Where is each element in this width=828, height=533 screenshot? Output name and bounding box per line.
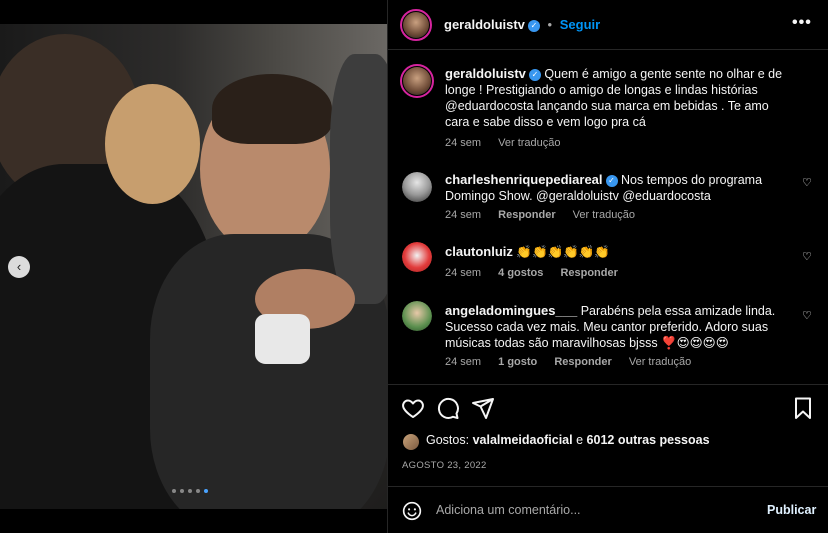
comment-time: 24 sem bbox=[445, 356, 482, 368]
translate-link[interactable]: Ver tradução bbox=[629, 356, 691, 368]
author-avatar[interactable] bbox=[400, 9, 432, 41]
reply-button[interactable]: Responder bbox=[554, 356, 611, 368]
emoji-icon[interactable] bbox=[402, 501, 422, 521]
caption-time: 24 sem bbox=[445, 137, 482, 149]
comment-item: angeladomingues___ Parabéns pela essa am… bbox=[400, 301, 820, 376]
caption-avatar[interactable] bbox=[400, 64, 434, 98]
heart-icon[interactable] bbox=[401, 396, 425, 420]
comment-like-heart-icon[interactable]: ♡ bbox=[802, 176, 812, 189]
comment-like-heart-icon[interactable]: ♡ bbox=[802, 309, 812, 322]
reply-button[interactable]: Responder bbox=[560, 267, 617, 279]
add-comment-bar: Publicar bbox=[388, 486, 828, 533]
publish-button[interactable]: Publicar bbox=[767, 503, 816, 517]
carousel-dot bbox=[172, 489, 176, 493]
likes-user[interactable]: valalmeidaoficial bbox=[473, 433, 573, 447]
comment-text-block: clautonluiz 👏👏👏👏👏👏 bbox=[445, 244, 795, 260]
caption-translate-link[interactable]: Ver tradução bbox=[498, 137, 560, 149]
chevron-left-icon: ‹ bbox=[16, 259, 22, 274]
likes-avatar[interactable] bbox=[403, 434, 419, 450]
follow-button[interactable]: Seguir bbox=[560, 17, 600, 32]
carousel-dots bbox=[172, 489, 208, 493]
photo-cuff bbox=[255, 314, 310, 364]
comment-text: 👏👏👏👏👏👏 bbox=[516, 245, 610, 259]
post-media: ‹ bbox=[0, 0, 387, 533]
separator-dot: • bbox=[547, 17, 553, 32]
actions-divider bbox=[388, 384, 828, 385]
photo-figure-bg-woman bbox=[105, 84, 200, 204]
bookmark-icon[interactable] bbox=[791, 396, 815, 420]
photo-figure-right-hair bbox=[212, 74, 332, 144]
caption-author[interactable]: geraldoluistv bbox=[445, 66, 526, 81]
comment-meta: 24 sem 1 gosto Responder Ver tradução bbox=[445, 356, 705, 368]
likes-others[interactable]: 6012 outras pessoas bbox=[587, 433, 710, 447]
carousel-dot bbox=[196, 489, 200, 493]
caption: geraldoluistv ✓ Quem é amigo a gente sent… bbox=[400, 62, 820, 152]
carousel-dot bbox=[180, 489, 184, 493]
verified-icon: ✓ bbox=[528, 68, 541, 81]
post-details-panel: geraldoluistv ✓ • Seguir ••• geraldoluist… bbox=[388, 0, 828, 533]
comment-item: clautonluiz 👏👏👏👏👏👏 24 sem 4 gostos Respo… bbox=[400, 242, 820, 287]
post-date: AGOSTO 23, 2022 bbox=[402, 460, 487, 471]
share-icon[interactable] bbox=[471, 396, 495, 420]
likes-prefix: Gostos: bbox=[426, 433, 470, 447]
verified-icon: ✓ bbox=[527, 19, 540, 32]
reply-button[interactable]: Responder bbox=[498, 209, 555, 221]
caption-text-block: geraldoluistv ✓ Quem é amigo a gente sent… bbox=[445, 66, 795, 130]
comment-icon[interactable] bbox=[436, 396, 460, 420]
comment-avatar[interactable] bbox=[402, 242, 432, 272]
comment-likes-count[interactable]: 1 gosto bbox=[498, 356, 537, 368]
comment-avatar[interactable] bbox=[402, 301, 432, 331]
comment-text-block: angeladomingues___ Parabéns pela essa am… bbox=[445, 303, 795, 351]
photo-figure-bg-man bbox=[330, 54, 387, 304]
comment-input[interactable] bbox=[436, 500, 736, 520]
comment-meta: 24 sem Responder Ver tradução bbox=[445, 209, 649, 221]
post-header: geraldoluistv ✓ • Seguir ••• bbox=[388, 0, 828, 50]
comment-time: 24 sem bbox=[445, 267, 482, 279]
comment-author[interactable]: clautonluiz bbox=[445, 244, 513, 259]
translate-link[interactable]: Ver tradução bbox=[573, 209, 635, 221]
author-username[interactable]: geraldoluistv bbox=[444, 17, 525, 32]
comment-likes-count[interactable]: 4 gostos bbox=[498, 267, 543, 279]
comment-author[interactable]: angeladomingues___ bbox=[445, 303, 577, 318]
carousel-prev-button[interactable]: ‹ bbox=[8, 256, 30, 278]
comment-item: charleshenriquepediareal ✓ Nos tempos do … bbox=[400, 170, 820, 230]
caption-meta: 24 sem Ver tradução bbox=[445, 137, 575, 149]
likes-connector: e bbox=[576, 433, 584, 447]
comment-time: 24 sem bbox=[445, 209, 482, 221]
comment-like-heart-icon[interactable]: ♡ bbox=[802, 250, 812, 263]
verified-icon: ✓ bbox=[605, 174, 618, 187]
likes-summary[interactable]: Gostos: valalmeidaoficial e 6012 outras … bbox=[426, 433, 710, 447]
carousel-dot-active bbox=[204, 489, 208, 493]
comment-avatar[interactable] bbox=[402, 172, 432, 202]
more-icon[interactable]: ••• bbox=[792, 14, 812, 32]
comment-text-block: charleshenriquepediareal ✓ Nos tempos do … bbox=[445, 172, 795, 204]
carousel-dot bbox=[188, 489, 192, 493]
post-photo[interactable] bbox=[0, 24, 387, 509]
comment-meta: 24 sem 4 gostos Responder bbox=[445, 267, 632, 279]
comment-author[interactable]: charleshenriquepediareal bbox=[445, 172, 603, 187]
